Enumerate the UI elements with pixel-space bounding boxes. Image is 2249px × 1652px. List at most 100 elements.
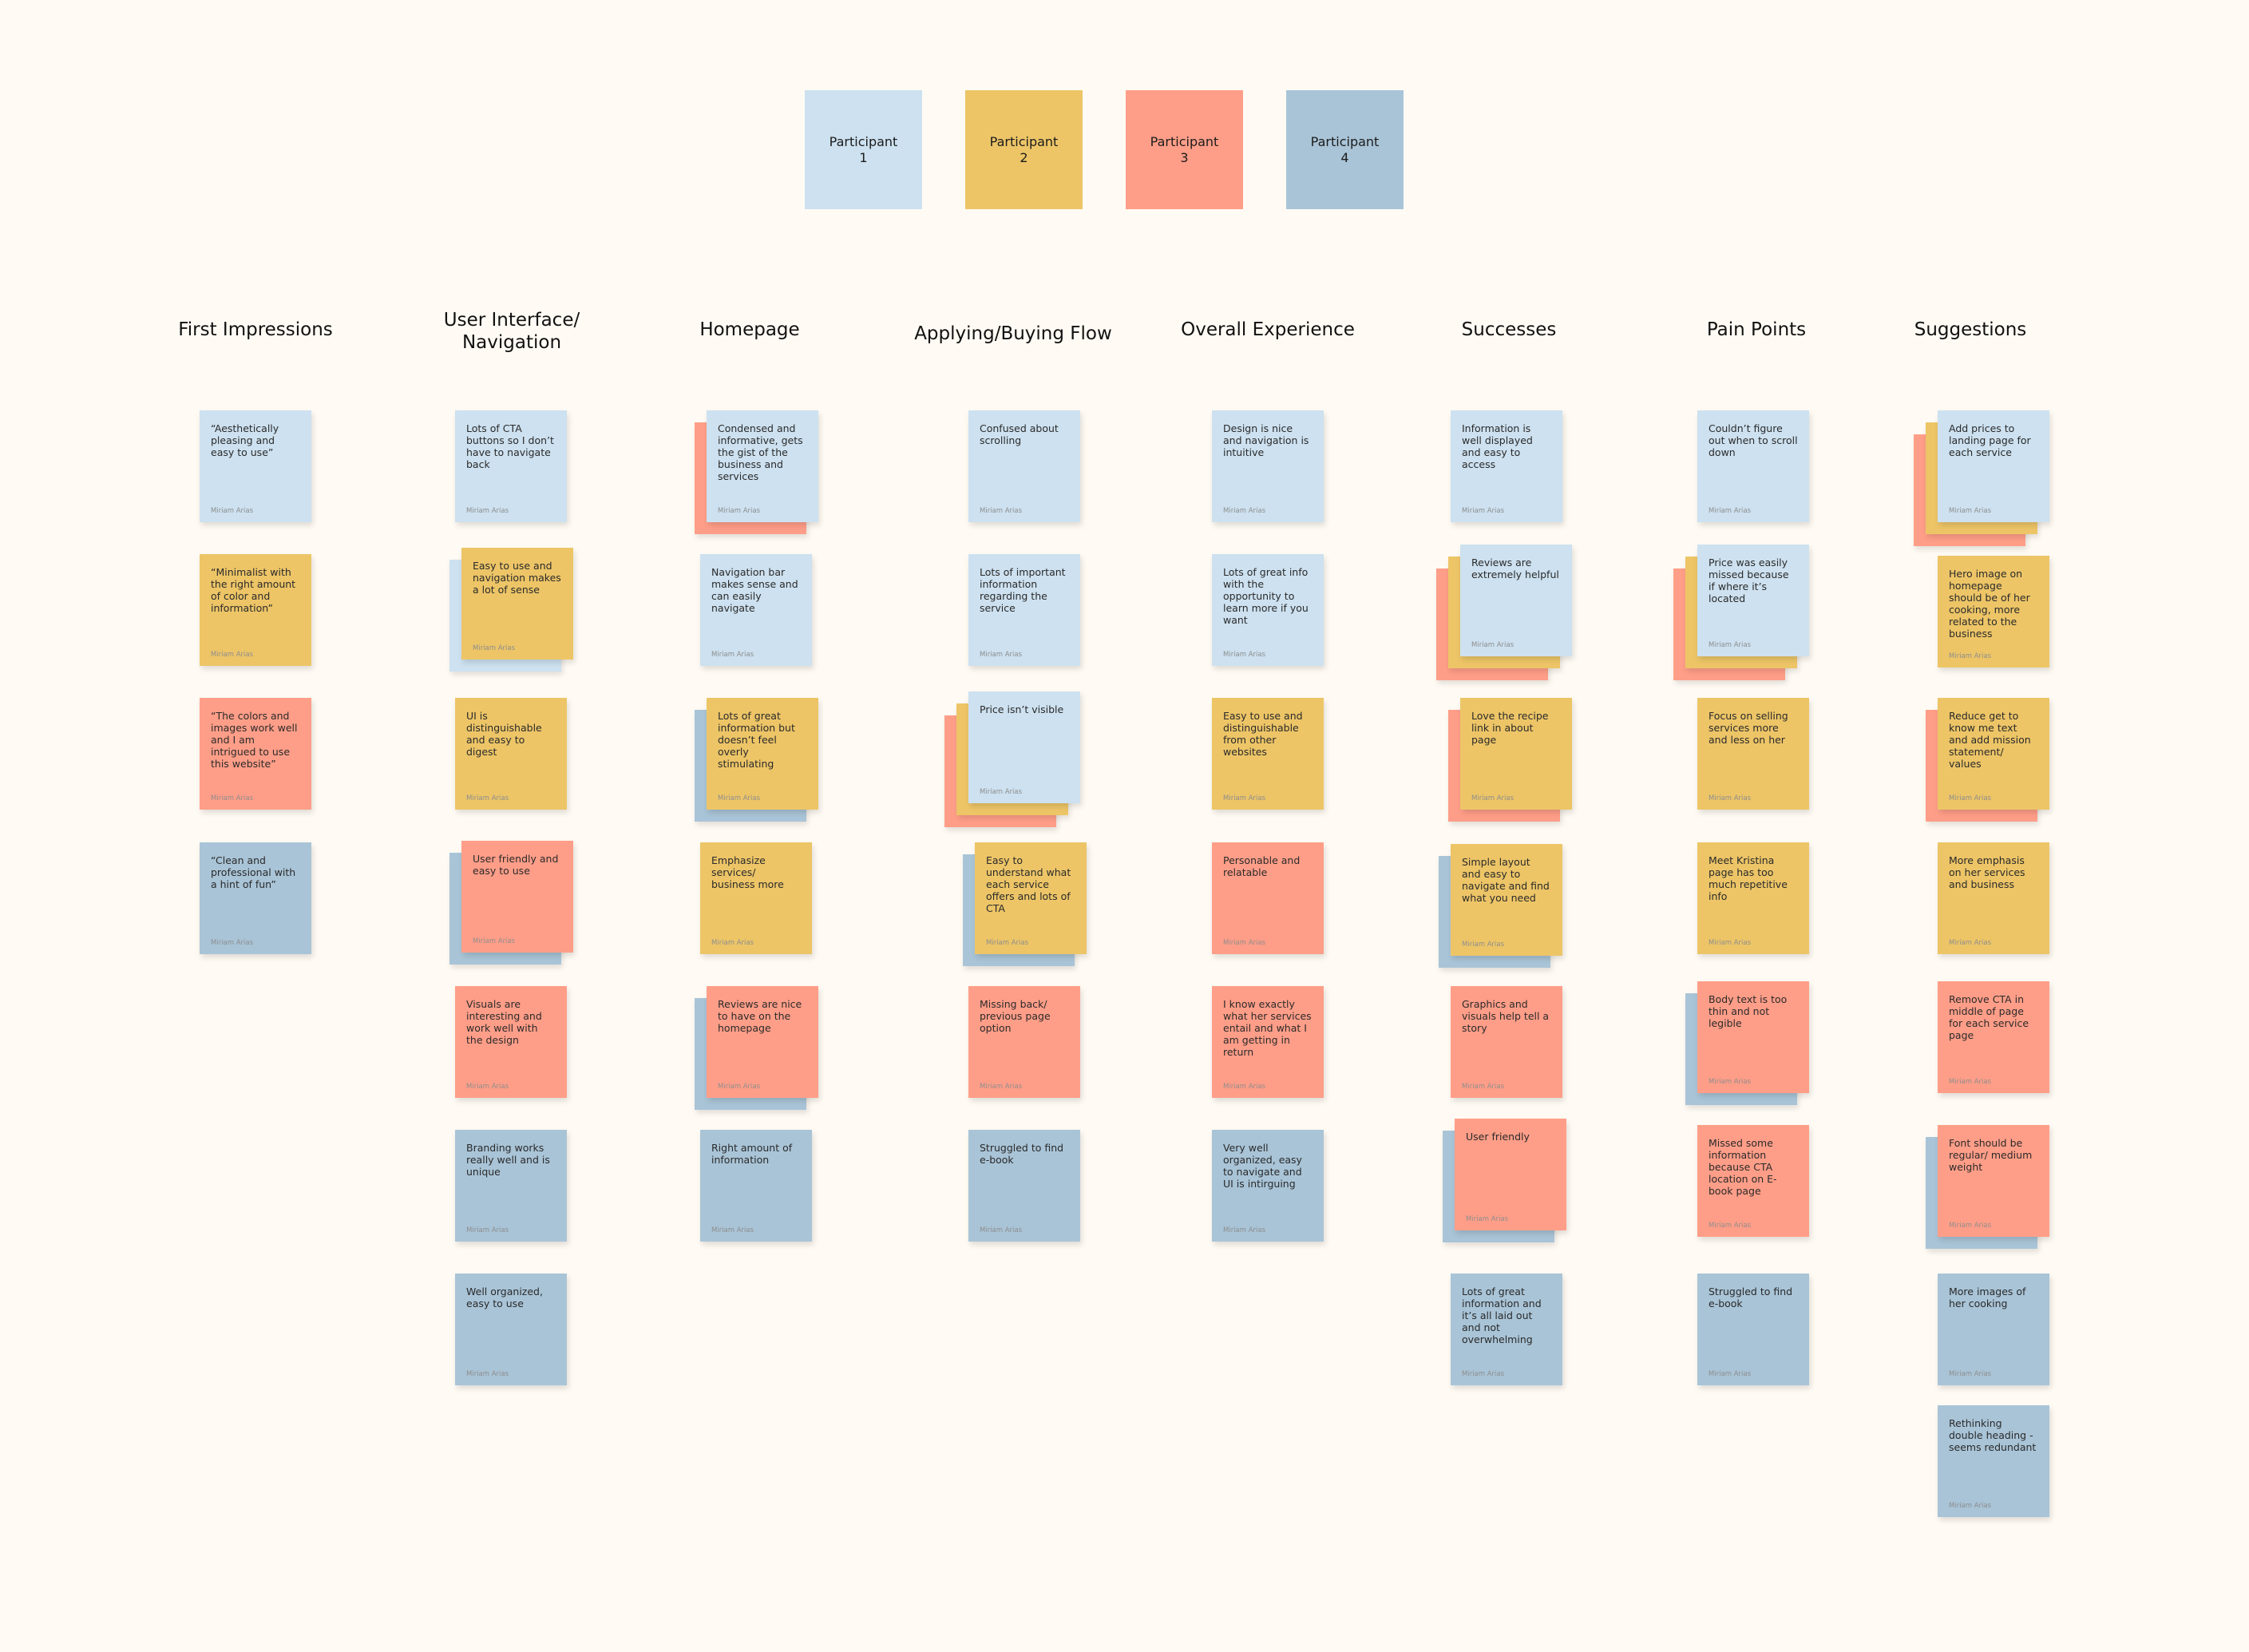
sticky-note[interactable]: Reviews are extremely helpful Miriam Aria… bbox=[1460, 545, 1572, 656]
sticky-note[interactable]: Struggled to find e-book Miriam Arias bbox=[1697, 1274, 1809, 1385]
sticky-note[interactable]: Branding works really well and is unique… bbox=[455, 1130, 567, 1242]
note-text: Condensed and informative, gets the gist… bbox=[718, 422, 803, 482]
sticky-note[interactable]: Personable and relatable Miriam Arias bbox=[1212, 842, 1324, 954]
sticky-note[interactable]: Meet Kristina page has too much repetiti… bbox=[1697, 842, 1809, 954]
note-author: Miriam Arias bbox=[1223, 939, 1266, 947]
sticky-note[interactable]: “Aesthetically pleasing and easy to use”… bbox=[200, 410, 311, 522]
note-text: “The colors and images work well and I a… bbox=[211, 710, 298, 770]
sticky-note[interactable]: Graphics and visuals help tell a story Mi… bbox=[1451, 986, 1562, 1098]
sticky-note[interactable]: Add prices to landing page for each serv… bbox=[1938, 410, 2049, 522]
sticky-note[interactable]: Missed some information because CTA loca… bbox=[1697, 1125, 1809, 1237]
note-author: Miriam Arias bbox=[711, 1226, 754, 1234]
note-text: Body text is too thin and not legible bbox=[1709, 993, 1788, 1029]
sticky-note[interactable]: Couldn’t figure out when to scroll down M… bbox=[1697, 410, 1809, 522]
sticky-note[interactable]: User friendly Miriam Arias bbox=[1455, 1119, 1566, 1230]
note-text: Rethinking double heading - seems redund… bbox=[1949, 1417, 2037, 1453]
sticky-note[interactable]: Reduce get to know me text and add missi… bbox=[1938, 698, 2049, 810]
note-text: Well organized, easy to use bbox=[466, 1286, 543, 1309]
sticky-note[interactable]: Information is well displayed and easy t… bbox=[1451, 410, 1562, 522]
sticky-note[interactable]: UI is distinguishable and easy to digest… bbox=[455, 698, 567, 810]
note-author: Miriam Arias bbox=[980, 651, 1023, 659]
sticky-note[interactable]: Well organized, easy to use Miriam Arias bbox=[455, 1274, 567, 1385]
participant-1-tag[interactable]: Participant 1 bbox=[805, 90, 922, 209]
note-text: User friendly and easy to use bbox=[473, 853, 559, 877]
note-author: Miriam Arias bbox=[1462, 1083, 1505, 1091]
sticky-note[interactable]: Love the recipe link in about page Miriam… bbox=[1460, 698, 1572, 810]
note-author: Miriam Arias bbox=[1223, 507, 1266, 515]
sticky-note[interactable]: Right amount of information Miriam Arias bbox=[700, 1130, 812, 1242]
note-author: Miriam Arias bbox=[718, 794, 761, 802]
note-text: Reviews are extremely helpful bbox=[1471, 557, 1559, 580]
sticky-note[interactable]: Easy to use and navigation makes a lot o… bbox=[461, 548, 573, 660]
note-text: More emphasis on her services and busine… bbox=[1949, 854, 2025, 890]
note-author: Miriam Arias bbox=[980, 1226, 1023, 1234]
note-author: Miriam Arias bbox=[1949, 507, 1992, 515]
sticky-note[interactable]: More images of her cooking Miriam Arias bbox=[1938, 1274, 2049, 1385]
note-text: “Aesthetically pleasing and easy to use” bbox=[211, 422, 279, 458]
note-text: Add prices to landing page for each serv… bbox=[1949, 422, 2031, 458]
sticky-note[interactable]: Emphasize services/ business more Miriam … bbox=[700, 842, 812, 954]
sticky-note[interactable]: Price was easily missed because if where… bbox=[1697, 545, 1809, 656]
sticky-note[interactable]: I know exactly what her services entail … bbox=[1212, 986, 1324, 1098]
note-author: Miriam Arias bbox=[980, 507, 1023, 515]
note-text: Information is well displayed and easy t… bbox=[1462, 422, 1533, 470]
note-text: I know exactly what her services entail … bbox=[1223, 998, 1312, 1058]
sticky-note[interactable]: Easy to understand what each service off… bbox=[975, 842, 1087, 954]
sticky-note[interactable]: Rethinking double heading - seems redund… bbox=[1938, 1405, 2049, 1517]
sticky-note[interactable]: Remove CTA in middle of page for each se… bbox=[1938, 981, 2049, 1093]
sticky-note[interactable]: Struggled to find e-book Miriam Arias bbox=[968, 1130, 1080, 1242]
sticky-note[interactable]: Font should be regular/ medium weight Mir… bbox=[1938, 1125, 2049, 1237]
sticky-note[interactable]: Navigation bar makes sense and can easil… bbox=[700, 554, 812, 666]
sticky-note[interactable]: Reviews are nice to have on the homepage… bbox=[707, 986, 818, 1098]
note-text: Focus on selling services more and less … bbox=[1709, 710, 1788, 746]
sticky-note[interactable]: Lots of great information but doesn’t fe… bbox=[707, 698, 818, 810]
participant-2-tag[interactable]: Participant 2 bbox=[965, 90, 1083, 209]
participant-label: Participant 2 bbox=[989, 134, 1059, 165]
sticky-note[interactable]: Easy to use and distinguishable from oth… bbox=[1212, 698, 1324, 810]
note-text: Meet Kristina page has too much repetiti… bbox=[1709, 854, 1788, 902]
sticky-note[interactable]: Simple layout and easy to navigate and f… bbox=[1451, 844, 1562, 956]
note-text: Navigation bar makes sense and can easil… bbox=[711, 566, 798, 614]
note-text: Couldn’t figure out when to scroll down bbox=[1709, 422, 1798, 458]
participant-3-tag[interactable]: Participant 3 bbox=[1126, 90, 1243, 209]
sticky-note[interactable]: Lots of CTA buttons so I don’t have to n… bbox=[455, 410, 567, 522]
note-author: Miriam Arias bbox=[1466, 1215, 1509, 1223]
sticky-note[interactable]: Confused about scrolling Miriam Arias bbox=[968, 410, 1080, 522]
column-header: Overall Experience bbox=[1181, 319, 1355, 340]
note-text: “Minimalist with the right amount of col… bbox=[211, 566, 296, 614]
note-text: Font should be regular/ medium weight bbox=[1949, 1137, 2033, 1173]
sticky-note[interactable]: “The colors and images work well and I a… bbox=[200, 698, 311, 810]
sticky-note[interactable]: Visuals are interesting and work well wi… bbox=[455, 986, 567, 1098]
sticky-note[interactable]: Lots of great info with the opportunity … bbox=[1212, 554, 1324, 666]
note-text: Graphics and visuals help tell a story bbox=[1462, 998, 1550, 1034]
sticky-note[interactable]: More emphasis on her services and busine… bbox=[1938, 842, 2049, 954]
note-author: Miriam Arias bbox=[1709, 939, 1752, 947]
note-text: Lots of great information and it’s all l… bbox=[1462, 1286, 1542, 1345]
note-author: Miriam Arias bbox=[711, 939, 754, 947]
sticky-note[interactable]: “Minimalist with the right amount of col… bbox=[200, 554, 311, 666]
note-text: “Clean and professional with a hint of f… bbox=[211, 854, 296, 890]
note-author: Miriam Arias bbox=[1471, 794, 1515, 802]
note-text: Remove CTA in middle of page for each se… bbox=[1949, 993, 2029, 1041]
sticky-note[interactable]: User friendly and easy to use Miriam Aria… bbox=[461, 841, 573, 953]
note-text: Simple layout and easy to navigate and f… bbox=[1462, 856, 1550, 904]
sticky-note[interactable]: Lots of important information regarding … bbox=[968, 554, 1080, 666]
note-text: Love the recipe link in about page bbox=[1471, 710, 1549, 746]
sticky-note[interactable]: Body text is too thin and not legible Mir… bbox=[1697, 981, 1809, 1093]
sticky-note[interactable]: Hero image on homepage should be of her … bbox=[1938, 556, 2049, 668]
sticky-note[interactable]: “Clean and professional with a hint of f… bbox=[200, 842, 311, 954]
sticky-note[interactable]: Design is nice and navigation is intuiti… bbox=[1212, 410, 1324, 522]
note-text: Struggled to find e-book bbox=[980, 1142, 1064, 1166]
sticky-note[interactable]: Focus on selling services more and less … bbox=[1697, 698, 1809, 810]
note-text: Lots of great info with the opportunity … bbox=[1223, 566, 1309, 626]
sticky-note[interactable]: Condensed and informative, gets the gist… bbox=[707, 410, 818, 522]
participant-4-tag[interactable]: Participant 4 bbox=[1286, 90, 1404, 209]
note-author: Miriam Arias bbox=[1462, 1370, 1505, 1378]
note-author: Miriam Arias bbox=[1223, 1226, 1266, 1234]
note-author: Miriam Arias bbox=[1949, 652, 1992, 660]
sticky-note[interactable]: Missing back/ previous page option Miriam… bbox=[968, 986, 1080, 1098]
sticky-note[interactable]: Price isn’t visible Miriam Arias bbox=[968, 691, 1080, 803]
note-author: Miriam Arias bbox=[1949, 1222, 1992, 1230]
sticky-note[interactable]: Lots of great information and it’s all l… bbox=[1451, 1274, 1562, 1385]
sticky-note[interactable]: Very well organized, easy to navigate an… bbox=[1212, 1130, 1324, 1242]
